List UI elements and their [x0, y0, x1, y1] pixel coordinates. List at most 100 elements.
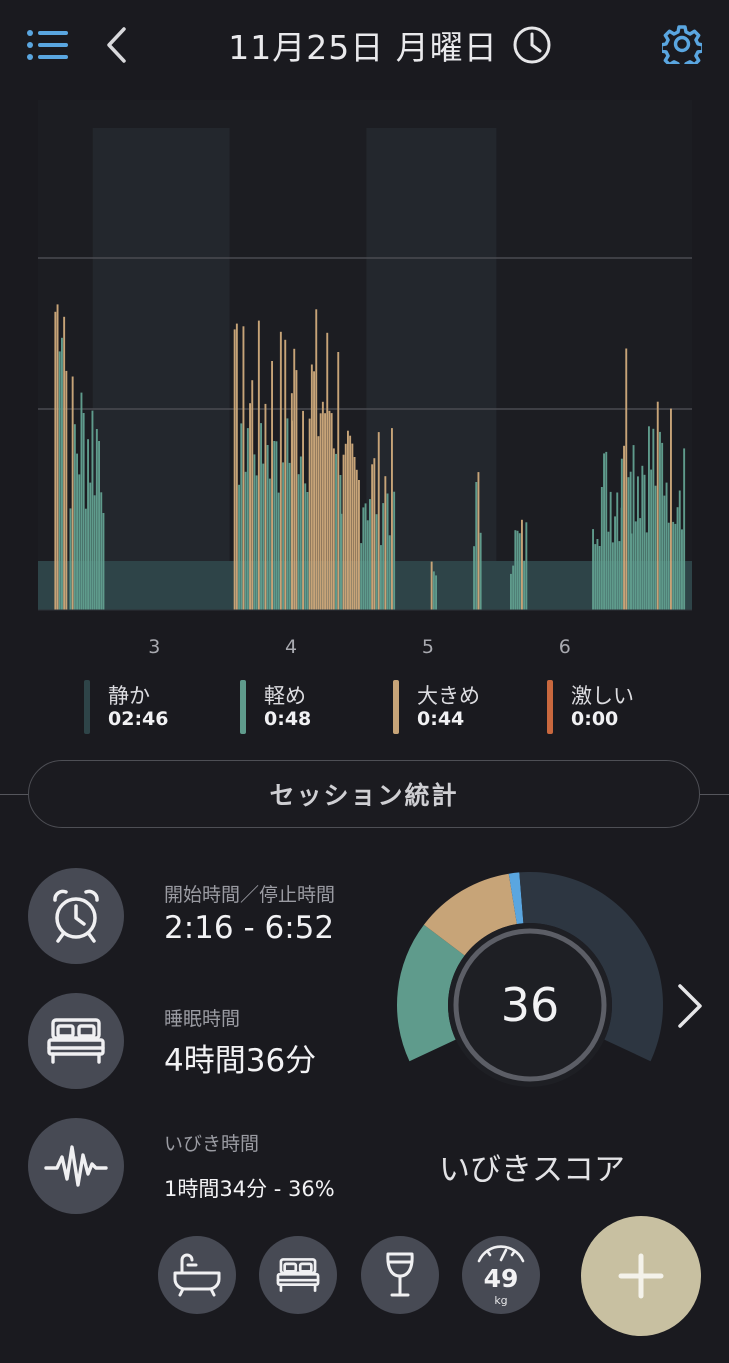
snore-bar [386, 493, 389, 610]
snore-bar [63, 316, 66, 610]
start-stop-label: 開始時間／停止時間 [164, 884, 336, 906]
snore-bar [592, 529, 594, 610]
snore-score-value: 36 [500, 978, 560, 1032]
settings-button[interactable] [658, 20, 706, 68]
menu-button[interactable] [24, 22, 70, 68]
snore-bar [330, 413, 333, 610]
snore-time-label: いびき時間 [164, 1133, 260, 1155]
snore-chart-svg: 3 4 5 6 [38, 100, 692, 658]
snore-bar [654, 485, 657, 610]
snore-bar [623, 445, 625, 610]
snore-bar [670, 408, 672, 610]
legend-swatch-light [240, 680, 246, 734]
remedy-bath-button[interactable] [158, 1236, 236, 1314]
snore-bar [351, 443, 354, 610]
remedy-alcohol-button[interactable] [361, 1236, 439, 1314]
snore-bar [430, 561, 433, 610]
session-stats-label: セッション統計 [269, 781, 459, 810]
snore-bar [91, 410, 94, 610]
snore-bar [342, 454, 345, 610]
snore-bar [382, 503, 385, 610]
snore-bar [639, 518, 642, 610]
sleep-time-value: 4時間36分 [164, 1043, 317, 1079]
snore-bar [95, 429, 98, 610]
snore-bar [473, 546, 475, 610]
snore-bar [616, 492, 619, 610]
x-tick-label: 4 [285, 636, 297, 658]
snore-bar [479, 532, 482, 610]
legend-name-light: 軽め [264, 684, 306, 708]
snore-bar [353, 457, 356, 610]
snore-bar [251, 380, 254, 610]
weight-value: 49 [483, 1264, 519, 1293]
remedy-bed-button[interactable] [259, 1236, 337, 1314]
snore-score-label: いびきスコア [439, 1152, 625, 1188]
snore-bar [54, 311, 57, 610]
snore-bar [310, 364, 313, 610]
snore-bar [304, 483, 307, 610]
legend-value-loud: 0:44 [417, 708, 465, 730]
snore-bar [393, 491, 396, 610]
snore-bar [275, 441, 278, 610]
snore-bar [659, 431, 661, 610]
snore-bar [82, 413, 85, 610]
snore-bar [76, 453, 78, 610]
snore-bar [282, 462, 284, 610]
snore-bar [373, 458, 376, 610]
snore-bar [306, 492, 309, 610]
snore-bar [672, 521, 675, 610]
legend-swatch-quiet [84, 680, 90, 734]
scale-icon [477, 1245, 525, 1263]
snore-bar [268, 478, 271, 610]
divider-right [700, 794, 729, 795]
snore-bar [521, 519, 523, 610]
legend-value-epic: 0:00 [571, 708, 619, 730]
snore-bar [674, 523, 677, 610]
snore-chart: 3 4 5 6 [0, 90, 729, 670]
snore-bar [260, 423, 262, 610]
snore-bar [78, 474, 81, 610]
snore-bar [71, 376, 74, 610]
list-menu-icon [27, 30, 68, 60]
snore-bar [384, 476, 387, 610]
snore-bar [681, 529, 683, 610]
snore-bar [366, 520, 369, 610]
sleep-icon-badge [28, 993, 124, 1089]
gear-icon [662, 25, 702, 64]
snore-bar [288, 462, 291, 610]
add-button[interactable] [581, 1216, 701, 1336]
snore-bar [65, 370, 68, 610]
bed-icon [47, 1018, 105, 1064]
snore-bar [625, 348, 628, 610]
snore-bar [271, 361, 273, 610]
snore-bar [235, 323, 238, 610]
snore-bar [284, 339, 287, 610]
snore-bar [332, 448, 335, 610]
snore-bar [246, 428, 249, 610]
snore-bar [663, 495, 666, 610]
weight-button[interactable]: 49 kg [462, 1236, 540, 1314]
snore-bar [667, 522, 670, 610]
snore-bar [293, 348, 296, 610]
snore-time-icon-badge [28, 1118, 124, 1214]
snore-bar [514, 530, 517, 610]
snore-bar [477, 472, 480, 610]
snore-bar [512, 565, 515, 610]
back-button[interactable] [96, 22, 136, 68]
date-title: 11月25日 月曜日 [228, 28, 498, 67]
session-stats-button[interactable]: セッション統計 [28, 760, 700, 828]
wine-glass-icon [386, 1252, 414, 1297]
snore-bar [93, 495, 96, 610]
snore-bar [262, 463, 265, 610]
snore-bar [98, 441, 100, 610]
snore-bar [364, 503, 367, 610]
score-details-button[interactable] [668, 980, 708, 1032]
date-title-group[interactable]: 11月25日 月曜日 [200, 20, 580, 70]
snore-bar [648, 426, 650, 610]
snore-bar [244, 471, 247, 610]
snore-bar [102, 513, 105, 610]
bed-icon [276, 1258, 320, 1292]
snore-bar [299, 456, 302, 610]
snore-bar [637, 476, 639, 610]
snore-bar [643, 474, 646, 610]
